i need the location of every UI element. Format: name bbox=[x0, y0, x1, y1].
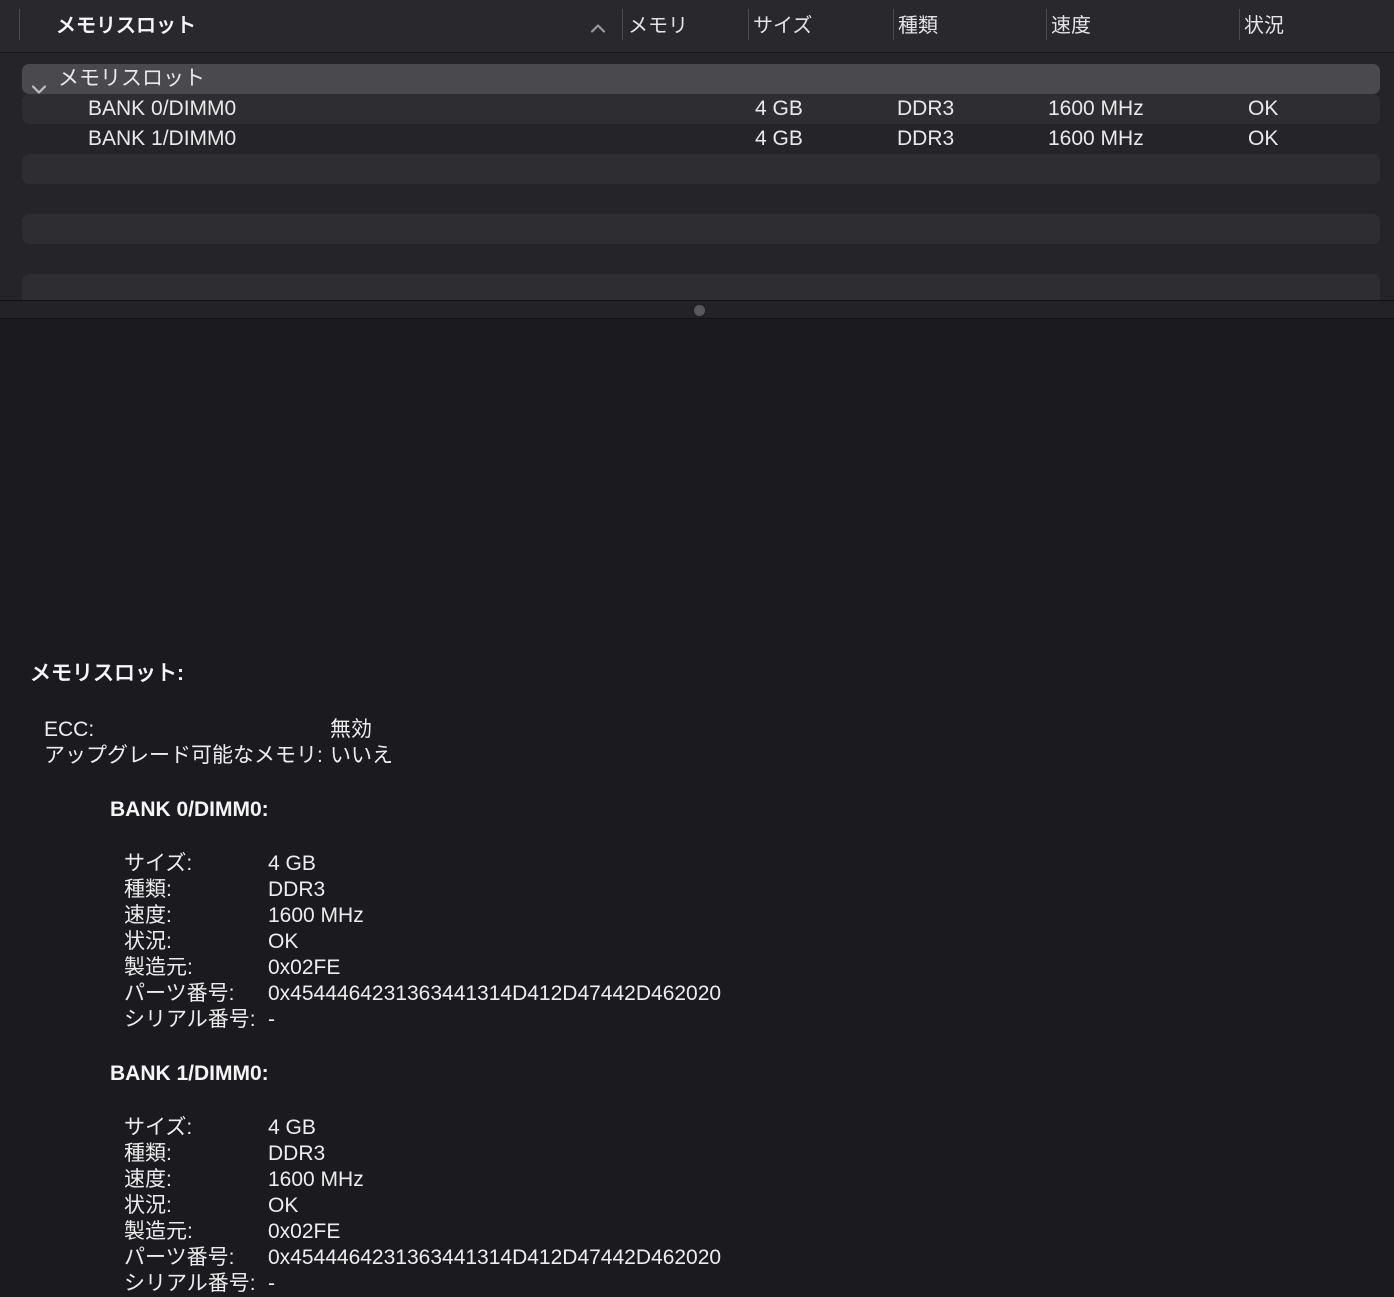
detail-label: パーツ番号: bbox=[124, 981, 234, 1007]
column-header-memory[interactable]: メモリ bbox=[628, 0, 688, 52]
detail-value: 1600 MHz bbox=[268, 1167, 364, 1193]
bank0-row-speed: 速度: 1600 MHz bbox=[0, 903, 1394, 929]
bank1-row-part-number: パーツ番号: 0x4544464231363441314D412D47442D4… bbox=[0, 1245, 1394, 1271]
bank0-title: BANK 0/DIMM0: bbox=[110, 797, 269, 823]
detail-value: 4 GB bbox=[268, 851, 316, 877]
system-information-memory-panel: メモリスロット メモリ サイズ 種類 速度 状況 bbox=[0, 0, 1394, 1082]
detail-label: アップグレード可能なメモリ: bbox=[44, 743, 323, 769]
detail-value: 4 GB bbox=[268, 1115, 316, 1141]
detail-label: シリアル番号: bbox=[124, 1007, 256, 1033]
column-header-size[interactable]: サイズ bbox=[753, 0, 812, 52]
detail-label: 種類: bbox=[124, 877, 172, 903]
splitter-handle-dot[interactable] bbox=[694, 305, 705, 316]
column-separator bbox=[622, 9, 623, 40]
bank1-row-manufacturer: 製造元: 0x02FE bbox=[0, 1219, 1394, 1245]
detail-pane: メモリスロット: ECC: 無効 アップグレード可能なメモリ: いいえ BANK… bbox=[0, 319, 1394, 1082]
detail-value: 0x02FE bbox=[268, 955, 340, 981]
detail-value: DDR3 bbox=[268, 877, 325, 903]
detail-title: メモリスロット: bbox=[30, 661, 184, 687]
column-header-label: サイズ bbox=[753, 15, 812, 37]
table-group-row-memory-slot[interactable]: メモリスロット bbox=[22, 64, 1380, 94]
detail-label: 製造元: bbox=[124, 955, 193, 981]
bank1-row-speed: 速度: 1600 MHz bbox=[0, 1167, 1394, 1193]
detail-label: 速度: bbox=[124, 903, 172, 929]
detail-label: サイズ: bbox=[124, 851, 192, 877]
bank0-row-status: 状況: OK bbox=[0, 929, 1394, 955]
column-header-label: 種類 bbox=[898, 15, 938, 37]
detail-summary-row-upgradeable: アップグレード可能なメモリ: いいえ bbox=[0, 743, 1394, 769]
detail-value: - bbox=[268, 1007, 275, 1033]
group-row-label: メモリスロット bbox=[58, 64, 205, 94]
column-separator bbox=[748, 9, 749, 40]
memory-slots-table: メモリスロット メモリ サイズ 種類 速度 状況 bbox=[0, 0, 1394, 300]
detail-label: 状況: bbox=[124, 929, 172, 955]
detail-label: 速度: bbox=[124, 1167, 172, 1193]
bank0-row-type: 種類: DDR3 bbox=[0, 877, 1394, 903]
bank1-row-serial-number: シリアル番号: - bbox=[0, 1271, 1394, 1297]
column-header-label: メモリスロット bbox=[56, 15, 196, 37]
cell-type: DDR3 bbox=[897, 94, 954, 124]
cell-status: OK bbox=[1248, 94, 1278, 124]
cell-slot: BANK 1/DIMM0 bbox=[88, 124, 236, 154]
detail-label: 種類: bbox=[124, 1141, 172, 1167]
detail-label: ECC: bbox=[44, 717, 94, 743]
table-header: メモリスロット メモリ サイズ 種類 速度 状況 bbox=[0, 0, 1394, 53]
bank0-row-part-number: パーツ番号: 0x4544464231363441314D412D47442D4… bbox=[0, 981, 1394, 1007]
detail-value: DDR3 bbox=[268, 1141, 325, 1167]
column-header-type[interactable]: 種類 bbox=[898, 0, 938, 52]
column-separator bbox=[19, 9, 20, 40]
detail-label: シリアル番号: bbox=[124, 1271, 256, 1297]
column-header-label: メモリ bbox=[628, 15, 688, 37]
table-row-bank1[interactable]: BANK 1/DIMM0 4 GB DDR3 1600 MHz OK bbox=[22, 124, 1380, 154]
detail-summary-row-ecc: ECC: 無効 bbox=[0, 717, 1394, 743]
detail-value: 無効 bbox=[330, 717, 372, 743]
table-row-bank0[interactable]: BANK 0/DIMM0 4 GB DDR3 1600 MHz OK bbox=[22, 94, 1380, 124]
column-separator bbox=[1239, 9, 1240, 40]
cell-type: DDR3 bbox=[897, 124, 954, 154]
detail-value: 0x02FE bbox=[268, 1219, 340, 1245]
table-row-empty bbox=[22, 274, 1380, 300]
sort-ascending-icon bbox=[590, 21, 606, 32]
detail-label: パーツ番号: bbox=[124, 1245, 234, 1271]
table-row-empty bbox=[22, 214, 1380, 244]
disclosure-chevron-down-icon[interactable] bbox=[31, 74, 47, 85]
detail-value: OK bbox=[268, 1193, 298, 1219]
cell-speed: 1600 MHz bbox=[1048, 94, 1144, 124]
pane-splitter[interactable] bbox=[0, 300, 1394, 319]
cell-status: OK bbox=[1248, 124, 1278, 154]
detail-value: いいえ bbox=[330, 743, 393, 769]
column-header-speed[interactable]: 速度 bbox=[1051, 0, 1091, 52]
detail-label: 製造元: bbox=[124, 1219, 193, 1245]
detail-label: 状況: bbox=[124, 1193, 172, 1219]
detail-value: OK bbox=[268, 929, 298, 955]
column-header-label: 状況 bbox=[1244, 15, 1284, 37]
column-separator bbox=[1046, 9, 1047, 40]
table-body: メモリスロット BANK 0/DIMM0 4 GB DDR3 1600 MHz … bbox=[0, 53, 1394, 300]
detail-value: - bbox=[268, 1271, 275, 1297]
cell-speed: 1600 MHz bbox=[1048, 124, 1144, 154]
detail-value: 0x4544464231363441314D412D47442D462020 bbox=[268, 1245, 721, 1271]
bank1-row-type: 種類: DDR3 bbox=[0, 1141, 1394, 1167]
column-header-label: 速度 bbox=[1051, 15, 1091, 37]
column-header-memory-slot[interactable]: メモリスロット bbox=[56, 0, 196, 52]
cell-slot: BANK 0/DIMM0 bbox=[88, 94, 236, 124]
cell-size: 4 GB bbox=[755, 124, 803, 154]
bank0-row-serial-number: シリアル番号: - bbox=[0, 1007, 1394, 1033]
bank1-title: BANK 1/DIMM0: bbox=[110, 1061, 269, 1087]
bank1-row-size: サイズ: 4 GB bbox=[0, 1115, 1394, 1141]
detail-value: 0x4544464231363441314D412D47442D462020 bbox=[268, 981, 721, 1007]
cell-size: 4 GB bbox=[755, 94, 803, 124]
column-separator bbox=[893, 9, 894, 40]
bank0-row-size: サイズ: 4 GB bbox=[0, 851, 1394, 877]
detail-value: 1600 MHz bbox=[268, 903, 364, 929]
bank1-row-status: 状況: OK bbox=[0, 1193, 1394, 1219]
table-row-empty bbox=[22, 154, 1380, 184]
column-header-status[interactable]: 状況 bbox=[1244, 0, 1284, 52]
detail-label: サイズ: bbox=[124, 1115, 192, 1141]
bank0-row-manufacturer: 製造元: 0x02FE bbox=[0, 955, 1394, 981]
